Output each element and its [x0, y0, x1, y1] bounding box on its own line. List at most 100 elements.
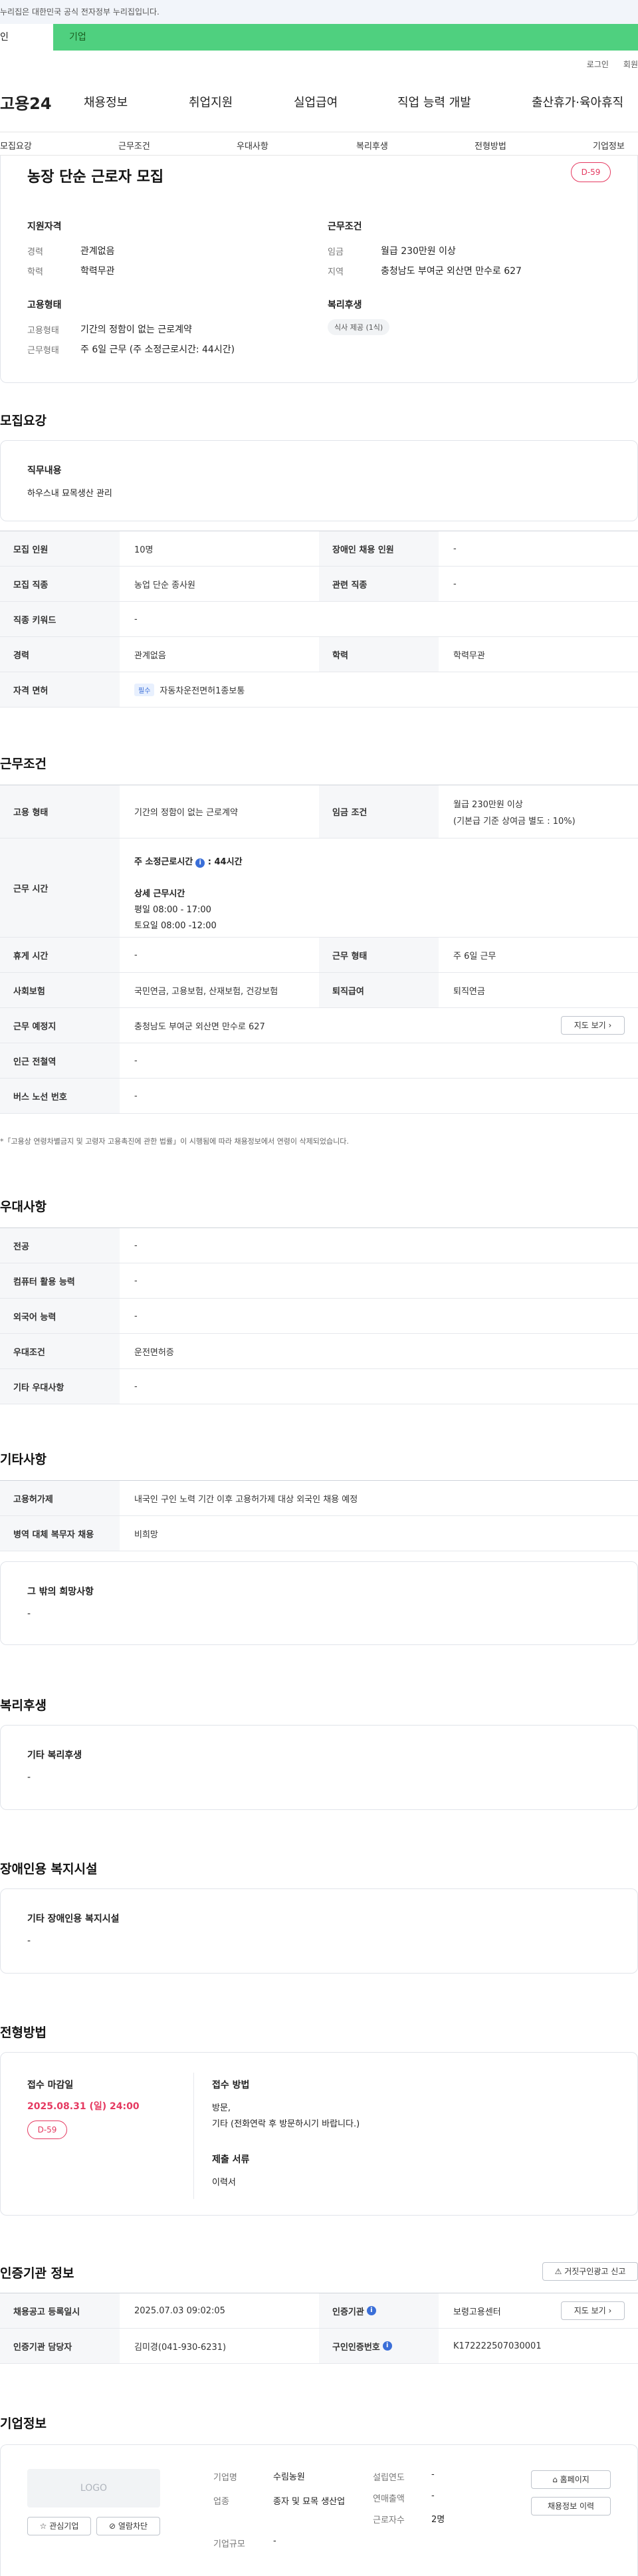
table-row: 전공 -	[0, 1228, 638, 1263]
edu-value: 학력무관	[80, 266, 115, 277]
join-link[interactable]: 회원	[623, 59, 638, 70]
row-label: 임금 조건	[319, 785, 439, 838]
row-label: 기타 우대사항	[0, 1369, 120, 1404]
false-ad-report-button[interactable]: ⚠ 거짓구인광고 신고	[542, 2262, 638, 2281]
dday-badge: D-59	[571, 162, 611, 182]
row-label: 근무 예정지	[0, 1008, 120, 1043]
company-card: LOGO ☆ 관심기업 ⊘ 열람차단 기업명 수림농원 업종 종자 및 묘목 생…	[0, 2444, 638, 2576]
cond-heading: 근무조건	[328, 221, 362, 232]
row-label: 인증기관 i	[319, 2293, 439, 2328]
homepage-button[interactable]: ⌂ 홈페이지	[531, 2470, 611, 2489]
site-logo[interactable]: 고용24	[0, 90, 73, 114]
job-history-button[interactable]: 채용정보 이력	[531, 2497, 611, 2515]
row-value: -	[134, 1055, 138, 1066]
cert-table: 채용공고 등록일시 2025.07.03 09:02:05 인증기관 i 보령고용…	[0, 2293, 638, 2364]
tab-personal[interactable]: 인	[0, 24, 53, 51]
row-label: 구인인증번호 i	[319, 2329, 439, 2363]
row-label: 채용공고 등록일시	[0, 2293, 120, 2328]
login-link[interactable]: 로그인	[587, 59, 609, 70]
job-title: 농장 단순 근로자 모집	[27, 169, 164, 186]
report-icon: ⚠	[554, 2267, 562, 2276]
subnav-welfare[interactable]: 복리후생	[356, 139, 388, 152]
table-row: 모집 직종 농업 단순 종사원 관련 직종 -	[0, 567, 638, 602]
map-view-button[interactable]: 지도 보기 ›	[561, 1016, 625, 1035]
hours-total: 주 소정근로시간 i : 44시간	[134, 857, 243, 868]
row-label: 학력	[319, 637, 439, 672]
docs-label: 제출 서류	[212, 2154, 250, 2165]
wage-bonus: (기본급 기준 상여금 별도 : 10%)	[453, 816, 576, 827]
subnav-recruit[interactable]: 모집요강	[0, 139, 32, 152]
gnb-item-jobs[interactable]: 채용정보	[84, 93, 128, 110]
duty-label: 직무내용	[27, 465, 62, 476]
etc-table: 고용허가제 내국인 구인 노력 기간 이후 고용허가제 대상 외국인 채용 예정…	[0, 1480, 638, 1551]
company-name-value: 수림농원	[273, 2472, 305, 2482]
row-value: 2025.07.03 09:02:05	[134, 2305, 225, 2316]
gnb-item-leave[interactable]: 출산휴가·육아휴직	[532, 93, 623, 110]
table-row: 버스 노선 번호 -	[0, 1079, 638, 1114]
other-card: 그 밖의 희망사항 -	[0, 1561, 638, 1645]
row-value: 충청남도 부여군 외산면 만수로 627	[134, 1021, 265, 1032]
pref-heading: 우대사항	[0, 1200, 47, 1214]
subnav-preference[interactable]: 우대사항	[237, 139, 268, 152]
row-value: -	[134, 1381, 138, 1392]
license-value: 자동차운전면허1종보통	[160, 686, 245, 696]
util-links: 로그인 회원	[587, 59, 638, 70]
benefit-heading: 복리후생	[0, 1698, 47, 1713]
table-row: 기타 우대사항 -	[0, 1369, 638, 1404]
gnb-item-unemployment[interactable]: 실업급여	[294, 93, 338, 110]
disabled-heading: 장애인용 복지시설	[0, 1862, 98, 1876]
row-label: 휴게 시간	[0, 938, 120, 972]
row-value: 학력무관	[453, 650, 485, 661]
welfare-heading: 복리후생	[328, 300, 362, 311]
table-row: 외국어 능력 -	[0, 1299, 638, 1334]
work-heading: 근무조건	[0, 757, 47, 771]
row-value: 10명	[134, 545, 154, 555]
table-row: 고용허가제 내국인 구인 노력 기간 이후 고용허가제 대상 외국인 채용 예정	[0, 1481, 638, 1516]
summary-card: 농장 단순 근로자 모집 D-59 지원자격 경력 관계없음 학력 학력무관 근…	[0, 156, 638, 383]
sales-label: 연매출액	[373, 2494, 405, 2504]
employ-days-label: 근무형태	[27, 346, 59, 356]
chevron-right-icon: ›	[608, 2306, 612, 2315]
subnav-process[interactable]: 전형방법	[475, 139, 506, 152]
row-value: 기간의 정함이 없는 근로계약	[134, 808, 238, 818]
method-line1: 방문,	[212, 2103, 231, 2113]
recruit-table: 모집 인원 10명 장애인 채용 인원 - 모집 직종 농업 단순 종사원 관련…	[0, 531, 638, 708]
age-note: *「고용상 연령차별금지 및 고령자 고용촉진에 관한 법률」이 시행됨에 따라…	[0, 1137, 349, 1146]
disabled-label: 기타 장애인용 복지시설	[27, 1914, 120, 1924]
row-value: 월급 230만원 이상 (기본급 기준 상여금 별도 : 10%)	[439, 785, 576, 838]
row-value: -	[134, 1311, 138, 1321]
row-label: 병역 대체 복무자 채용	[0, 1516, 120, 1551]
subnav-company[interactable]: 기업정보	[593, 139, 625, 152]
recruit-heading: 모집요강	[0, 414, 47, 428]
tab-company[interactable]: 기업	[53, 24, 638, 51]
year-value: -	[431, 2470, 435, 2480]
row-value: 농업 단순 종사원	[134, 580, 195, 590]
block-view-button[interactable]: ⊘ 열람차단	[96, 2517, 160, 2535]
table-row: 인근 전철역 -	[0, 1043, 638, 1079]
org-map-button[interactable]: 지도 보기 ›	[561, 2301, 625, 2320]
subnav-conditions[interactable]: 근무조건	[118, 139, 150, 152]
row-label: 근무 시간	[0, 838, 120, 937]
star-icon: ☆	[39, 2521, 47, 2531]
gnb-item-employment[interactable]: 취업지원	[189, 93, 233, 110]
region-label: 지역	[328, 267, 344, 277]
divider	[193, 2073, 194, 2199]
employ-heading: 고용형태	[27, 300, 62, 311]
edu-label: 학력	[27, 267, 43, 277]
company-logo: LOGO	[27, 2469, 160, 2508]
company-heading: 기업정보	[0, 2416, 47, 2431]
row-label: 전공	[0, 1228, 120, 1263]
table-row: 고용 형태 기간의 정함이 없는 근로계약 임금 조건 월급 230만원 이상 …	[0, 785, 638, 838]
row-label: 모집 인원	[0, 531, 120, 566]
employees-value: 2명	[431, 2515, 445, 2525]
row-value: -	[134, 1091, 138, 1101]
info-icon[interactable]: i	[366, 2306, 376, 2315]
row-label: 인근 전철역	[0, 1043, 120, 1078]
top-tabs: 인 기업	[0, 24, 638, 51]
info-icon[interactable]: i	[382, 2341, 392, 2351]
info-icon[interactable]: i	[195, 858, 205, 868]
row-value: 관계없음	[134, 650, 166, 661]
employ-days-value: 주 6일 근무 (주 소정근로시간: 44시간)	[80, 344, 235, 355]
favorite-company-button[interactable]: ☆ 관심기업	[27, 2517, 91, 2535]
gnb-item-training[interactable]: 직업 능력 개발	[397, 93, 471, 110]
